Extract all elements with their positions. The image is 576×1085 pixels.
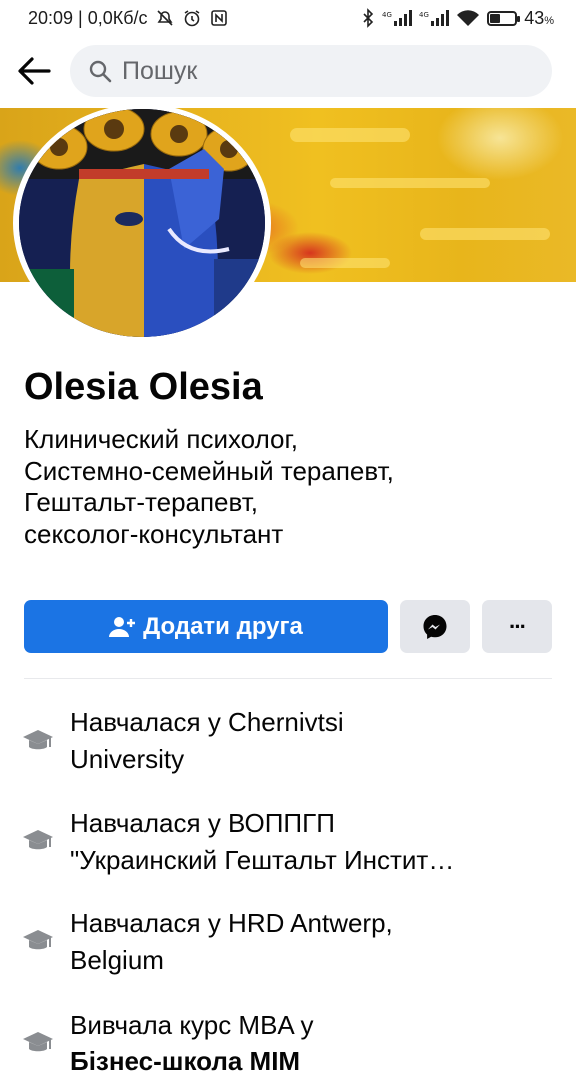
bluetooth-icon (361, 8, 375, 28)
top-bar (0, 42, 576, 100)
battery-percent: 43 (524, 7, 545, 28)
profile-actions: Додати друга ··· (24, 600, 552, 653)
education-line: Навчалася у ВОППГП (70, 808, 335, 838)
avatar (19, 109, 265, 337)
bio-line: Системно-семейный терапевт, (24, 455, 394, 486)
mute-icon (155, 8, 175, 28)
graduation-cap-icon (23, 1032, 53, 1052)
add-friend-label: Додати друга (143, 612, 303, 640)
profile-name: Olesia Olesia (24, 366, 263, 408)
more-options-button[interactable]: ··· (482, 600, 552, 653)
education-line[interactable]: University (70, 741, 184, 777)
add-friend-icon (109, 616, 136, 637)
education-line[interactable]: Бізнес-школа MIM (70, 1043, 300, 1079)
svg-text:4G: 4G (419, 11, 429, 19)
education-line: Навчалася у Chernivtsi (70, 707, 344, 737)
bio-line: Гештальт-терапевт, (24, 487, 259, 517)
nfc-icon (209, 8, 229, 28)
message-button[interactable] (400, 600, 470, 653)
divider (24, 678, 552, 679)
education-line[interactable]: "Украинский Гештальт Инстит… (70, 842, 454, 878)
wifi-icon (456, 9, 480, 27)
education-line[interactable]: Belgium (70, 942, 164, 978)
more-dots-icon: ··· (509, 613, 527, 639)
bio-line: сексолог-консультант (24, 518, 284, 549)
alarm-icon (182, 8, 202, 28)
status-time: 20:09 | 0,0Кб/с (28, 7, 148, 28)
profile-bio: Клинический психолог, Системно-семейный … (24, 424, 544, 550)
back-button[interactable] (16, 53, 52, 89)
search-bar[interactable] (70, 45, 552, 97)
svg-text:4G: 4G (382, 11, 392, 19)
graduation-cap-icon (23, 930, 53, 950)
bio-line: Клинический психолог, (24, 424, 299, 454)
search-input[interactable] (120, 55, 504, 87)
battery-unit: % (544, 14, 554, 27)
graduation-cap-icon (23, 830, 53, 850)
search-icon (89, 60, 112, 83)
avatar-artwork (19, 109, 265, 337)
add-friend-button[interactable]: Додати друга (24, 600, 388, 653)
messenger-icon (423, 614, 447, 639)
signal-icon: 4G (419, 9, 450, 27)
profile-picture[interactable] (13, 104, 271, 342)
education-line: Вивчала курс MBA у (70, 1010, 314, 1040)
battery-icon (487, 10, 521, 26)
status-bar: 20:09 | 0,0Кб/с 4G 4G 43% (0, 0, 576, 36)
signal-icon: 4G (382, 9, 413, 27)
education-line: Навчалася у HRD Antwerp, (70, 908, 393, 938)
graduation-cap-icon (23, 730, 53, 750)
arrow-left-icon (18, 57, 51, 85)
